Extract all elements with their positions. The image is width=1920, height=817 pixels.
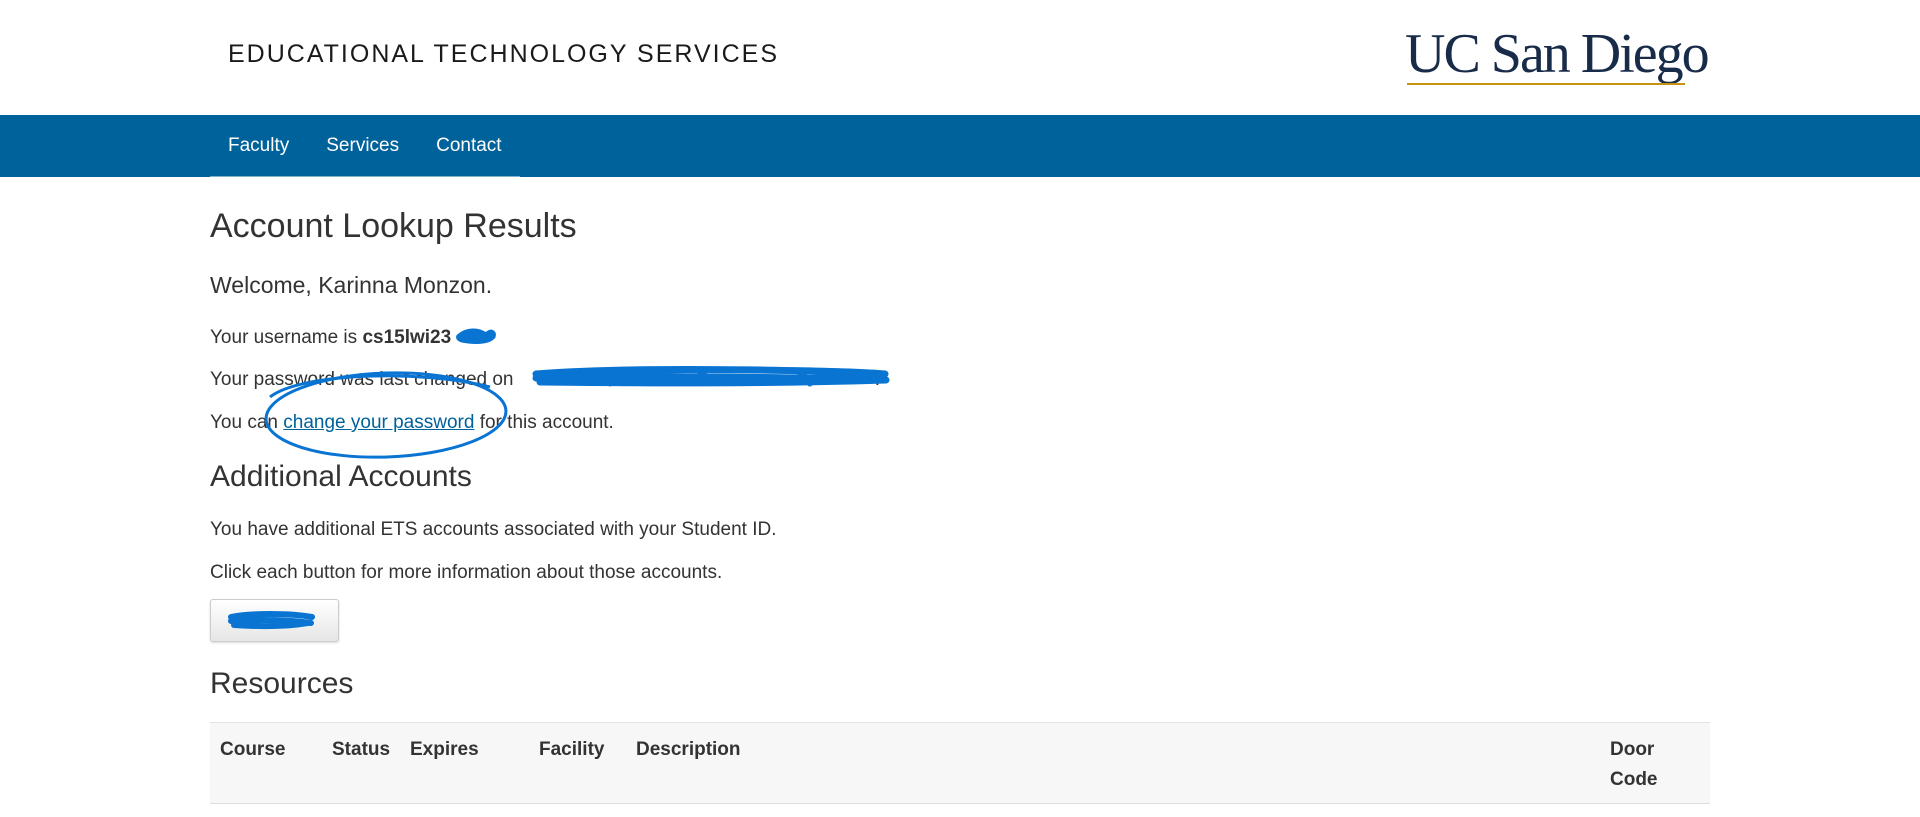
page-title: Account Lookup Results xyxy=(210,207,577,245)
additional-accounts-text: You have additional ETS accounts associa… xyxy=(210,519,777,540)
site-title[interactable]: EDUCATIONAL TECHNOLOGY SERVICES xyxy=(228,40,779,69)
change-password-prefix: You can xyxy=(210,412,284,433)
password-changed-suffix: . xyxy=(874,369,881,390)
change-password-suffix: for this account. xyxy=(474,412,614,433)
change-password-link[interactable]: change your password xyxy=(283,412,474,433)
nav-item-contact[interactable]: Contact xyxy=(436,115,501,177)
resources-table-header: Course Status Expires Facility Descripti… xyxy=(210,722,1710,804)
logo-underline xyxy=(1407,83,1685,85)
column-header-door-code[interactable]: Door Code xyxy=(1610,735,1658,795)
username-label: Your username is xyxy=(210,327,363,348)
password-changed-label: Your password was last changed on xyxy=(210,369,519,390)
door-code-line1: Door xyxy=(1610,739,1655,760)
username-redaction-scribble xyxy=(456,328,496,344)
resources-heading: Resources xyxy=(210,667,354,700)
column-header-facility[interactable]: Facility xyxy=(539,735,604,765)
logo-wordmark: UC San Diego xyxy=(1405,23,1710,85)
column-header-expires[interactable]: Expires xyxy=(410,735,479,765)
site-header: EDUCATIONAL TECHNOLOGY SERVICES UC San D… xyxy=(0,0,1920,115)
column-header-status[interactable]: Status xyxy=(332,735,390,765)
change-password-line: You can change your password for this ac… xyxy=(210,412,614,434)
door-code-line2: Code xyxy=(1610,769,1658,790)
click-each-button-text: Click each button for more information a… xyxy=(210,562,723,583)
nav-list: Faculty Services Contact xyxy=(210,115,520,177)
nav-item-faculty[interactable]: Faculty xyxy=(228,115,289,177)
main-nav-bar: Faculty Services Contact xyxy=(0,115,1920,177)
additional-accounts-heading: Additional Accounts xyxy=(210,460,472,493)
column-header-description[interactable]: Description xyxy=(636,735,741,765)
username-line: Your username is cs15lwi23 xyxy=(210,327,451,349)
additional-account-button[interactable] xyxy=(210,599,339,642)
column-header-course[interactable]: Course xyxy=(220,735,285,765)
nav-item-services[interactable]: Services xyxy=(326,115,399,177)
password-changed-line: Your password was last changed on . xyxy=(210,369,880,391)
welcome-message: Welcome, Karinna Monzon. xyxy=(210,272,493,298)
uc-san-diego-logo[interactable]: UC San Diego xyxy=(1405,23,1710,88)
username-value: cs15lwi23 xyxy=(362,327,452,348)
